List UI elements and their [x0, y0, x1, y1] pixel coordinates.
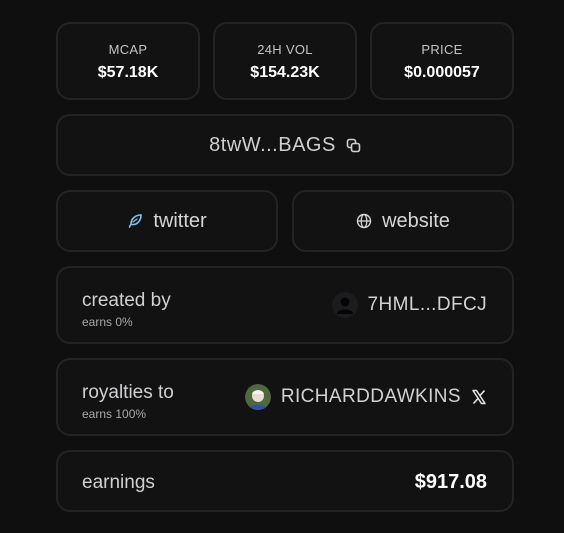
creator-avatar [331, 292, 358, 318]
royalty-avatar [244, 384, 271, 410]
mcap-card: MCAP $57.18K [56, 22, 200, 100]
volume-value: $154.23K [250, 64, 320, 81]
price-value: $0.000057 [404, 64, 480, 81]
globe-icon [356, 213, 372, 229]
website-link-label: website [382, 209, 450, 232]
volume-label: 24H VOL [257, 42, 313, 57]
mcap-label: MCAP [108, 42, 148, 57]
royalty-account[interactable]: RICHARDDAWKINS [244, 360, 487, 434]
volume-card: 24H VOL $154.23K [213, 22, 357, 100]
creator-account[interactable]: 7HML...DFCJ [331, 268, 487, 342]
x-logo-icon[interactable] [471, 389, 487, 405]
earnings-value: $917.08 [414, 471, 487, 493]
created-by-title: created by [82, 290, 171, 311]
royalty-account-name: RICHARDDAWKINS [280, 386, 461, 407]
mcap-value: $57.18K [97, 64, 159, 81]
earnings-card: earnings $917.08 [56, 450, 514, 512]
royalties-card: royalties to earns 100% RICHARDDAWKINS [56, 358, 514, 436]
contract-address-button[interactable]: 8twW...BAGS [56, 114, 514, 176]
twitter-link-label: twitter [153, 209, 207, 232]
created-by-earnings: earns 0% [82, 315, 133, 329]
royalties-title: royalties to [82, 382, 174, 403]
contract-address: 8twW...BAGS [209, 133, 336, 156]
created-by-card: created by earns 0% 7HML...DFCJ [56, 266, 514, 344]
copy-icon[interactable] [346, 138, 361, 153]
token-info-panel: MCAP $57.18K 24H VOL $154.23K PRICE $0.0… [0, 0, 564, 533]
earnings-title: earnings [82, 472, 155, 493]
price-label: PRICE [421, 42, 463, 57]
creator-address: 7HML...DFCJ [367, 294, 487, 315]
twitter-link-button[interactable]: twitter [56, 190, 278, 252]
website-link-button[interactable]: website [292, 190, 514, 252]
price-card: PRICE $0.000057 [370, 22, 514, 100]
feather-icon [127, 213, 143, 229]
royalties-earnings: earns 100% [82, 407, 147, 421]
